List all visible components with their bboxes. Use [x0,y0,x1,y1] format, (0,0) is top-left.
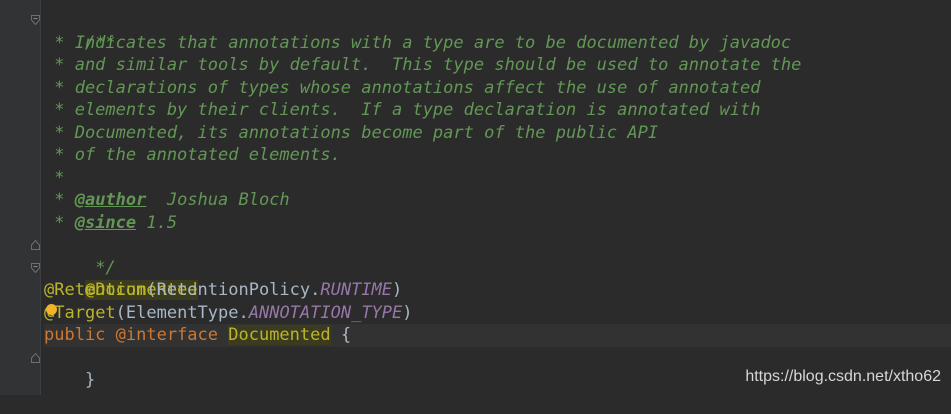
code-line-current: public @interface Documented { [44,324,951,347]
code-line: * of the annotated elements. [44,144,951,167]
gutter-divider [40,0,41,395]
target-arg-close: ) [402,302,413,323]
doc-comment-line: * Indicates that annotations with a type… [44,32,792,53]
code-line: * Documented, its annotations become par… [44,122,951,145]
code-line: * declarations of types whose annotation… [44,77,951,100]
keyword-interface: @interface [105,325,229,345]
doc-comment-line: * of the annotated elements. [44,145,341,165]
code-line: * and similar tools by default. This typ… [44,54,951,77]
javadoc-author-value: Joshua Bloch [146,190,290,210]
type-name: Documented [228,325,331,345]
annotation-retention: @Retention [44,280,147,300]
fold-collapse-icon[interactable] [31,262,40,273]
retention-arg-open: (RetentionPolicy. [146,280,321,300]
brace-open: { [330,325,352,345]
code-line: @Documented [31,257,951,300]
doc-comment-line: * [44,167,65,188]
code-line: /** [31,9,951,53]
code-line: * Indicates that annotations with a type… [44,32,951,55]
retention-constant: RUNTIME [320,280,393,300]
retention-arg-close: ) [392,280,403,300]
doc-comment-prefix: * [44,212,75,233]
code-line: @Target(ElementType.ANNOTATION_TYPE) [44,302,951,325]
editor-gutter [0,0,40,395]
code-editor[interactable]: /** * Indicates that annotations with a … [31,9,951,390]
code-line: } [31,347,951,390]
code-line: */ [31,234,951,278]
code-line: * [44,167,951,190]
annotation-target: Target [54,302,116,323]
fold-end-icon[interactable] [31,352,40,363]
doc-comment-line: * declarations of types whose annotation… [44,77,761,98]
doc-comment-prefix: * [44,190,75,210]
javadoc-since-value: 1.5 [136,212,178,233]
watermark: https://blog.csdn.net/xtho62 [745,368,941,385]
doc-comment-line: * Documented, its annotations become par… [44,122,659,143]
code-line: * @author Joshua Bloch [44,189,951,212]
fold-collapse-icon[interactable] [31,15,40,25]
keyword-public: public [44,325,106,345]
javadoc-since-tag: @since [74,212,137,233]
target-arg-open: (ElementType. [115,302,249,323]
target-constant: ANNOTATION_TYPE [248,302,403,323]
brace-close: } [84,370,96,390]
fold-end-icon[interactable] [31,240,40,250]
code-line: * @since 1.5 [44,212,951,235]
doc-comment-line: * elements by their clients. If a type d… [44,100,761,120]
javadoc-author-tag: @author [74,190,147,210]
code-line: @Retention(RetentionPolicy.RUNTIME) [44,279,951,302]
code-line: * elements by their clients. If a type d… [44,99,951,122]
doc-comment-line: * and similar tools by default. This typ… [44,55,802,75]
